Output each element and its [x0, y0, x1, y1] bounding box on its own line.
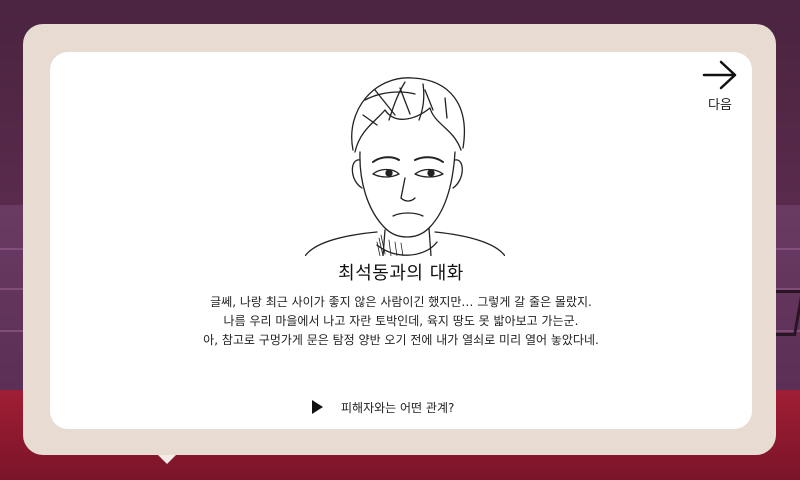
- next-button[interactable]: 다음: [698, 60, 742, 118]
- play-icon: [312, 400, 323, 414]
- dialog-line: 나름 우리 마을에서 나고 자란 토박인데, 육지 땅도 못 밟아보고 가는군.: [223, 314, 579, 328]
- dialog-line: 글쎄, 나랑 최근 사이가 좋지 않은 사람이긴 했지만… 그렇게 갈 줄은 몰…: [210, 295, 592, 309]
- dialog-panel: 최석동과의 대화 글쎄, 나랑 최근 사이가 좋지 않은 사람이긴 했지만… 그…: [23, 24, 776, 455]
- arrow-right-icon: [702, 60, 737, 90]
- dialog-line: 아, 참고로 구멍가게 문은 탐정 양반 오기 전에 내가 열쇠로 미리 열어 …: [203, 333, 599, 347]
- character-portrait: [305, 77, 505, 256]
- dialog-title: 최석동과의 대화: [338, 263, 464, 284]
- dialog-choice-label: 피해자와는 어떤 관계?: [341, 400, 455, 415]
- dialog-content: 최석동과의 대화 글쎄, 나랑 최근 사이가 좋지 않은 사람이긴 했지만… 그…: [50, 52, 752, 429]
- dialog-text: 글쎄, 나랑 최근 사이가 좋지 않은 사람이긴 했지만… 그렇게 갈 줄은 몰…: [50, 293, 752, 350]
- next-label: 다음: [708, 98, 732, 113]
- dialog-choice-button[interactable]: 피해자와는 어떤 관계?: [312, 398, 454, 416]
